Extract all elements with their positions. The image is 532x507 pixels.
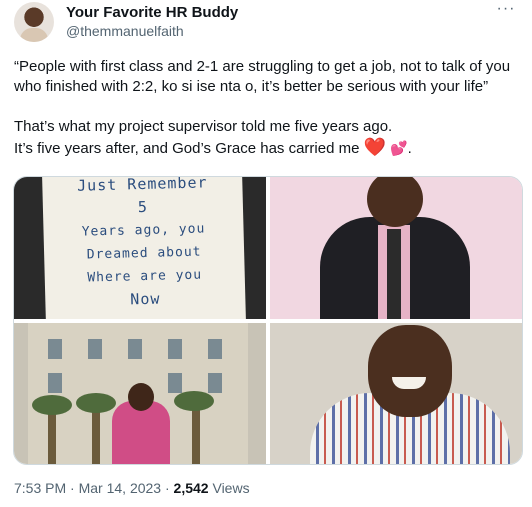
window-shape	[48, 373, 62, 393]
palm-trunk	[192, 404, 200, 464]
tweet-text: “People with first class and 2-1 are str…	[14, 57, 518, 159]
two-hearts-icon: 💕	[390, 140, 408, 156]
window-shape	[208, 339, 222, 359]
tweet-meta: 7:53 PM · Mar 14, 2023 · 2,542 Views	[14, 480, 250, 496]
window-shape	[48, 339, 62, 359]
window-shape	[168, 339, 182, 359]
media-grid: Just Remember 5 Years ago, you Dreamed a…	[13, 176, 523, 465]
palm-trunk	[92, 404, 100, 464]
palm-leaves	[174, 391, 214, 411]
window-shape	[208, 373, 222, 393]
face-shape	[368, 325, 452, 417]
avatar[interactable]	[14, 2, 54, 42]
photo-closeup[interactable]	[270, 323, 522, 464]
photo-note[interactable]: Just Remember 5 Years ago, you Dreamed a…	[14, 177, 266, 319]
note-paper: Just Remember 5 Years ago, you Dreamed a…	[42, 177, 246, 319]
window-shape	[168, 373, 182, 393]
palm-leaves	[76, 393, 116, 413]
tweet-date[interactable]: Mar 14, 2023	[79, 480, 162, 496]
photo-portrait-suit[interactable]	[270, 177, 522, 319]
tweet-header: Your Favorite HR Buddy @themmanuelfaith …	[14, 1, 518, 46]
separator: ·	[161, 480, 174, 496]
tweet-period: .	[407, 140, 412, 157]
photo-building[interactable]	[14, 323, 266, 464]
tweet-line-text: It’s five years after, and God’s Grace h…	[14, 140, 360, 157]
red-heart-icon: ❤️	[363, 137, 387, 157]
tweet-line: That’s what my project supervisor told m…	[14, 118, 393, 135]
separator: ·	[66, 480, 79, 496]
views-count: 2,542	[173, 480, 209, 496]
palm-leaves	[32, 395, 72, 415]
views-label: Views	[208, 480, 250, 496]
tweet-quote-paragraph: “People with first class and 2-1 are str…	[14, 58, 511, 95]
tweet-time[interactable]: 7:53 PM	[14, 480, 66, 496]
face-shape	[128, 383, 154, 411]
note-line: Now	[130, 289, 161, 309]
author-name[interactable]: Your Favorite HR Buddy	[66, 4, 238, 21]
window-shape	[88, 339, 102, 359]
more-dots-icon[interactable]: ···	[494, 1, 518, 22]
tweet-line-with-emoji: It’s five years after, and God’s Grace h…	[14, 137, 518, 159]
tie-shape	[387, 229, 401, 319]
author-handle[interactable]: @themmanuelfaith	[66, 23, 184, 39]
window-shape	[128, 339, 142, 359]
